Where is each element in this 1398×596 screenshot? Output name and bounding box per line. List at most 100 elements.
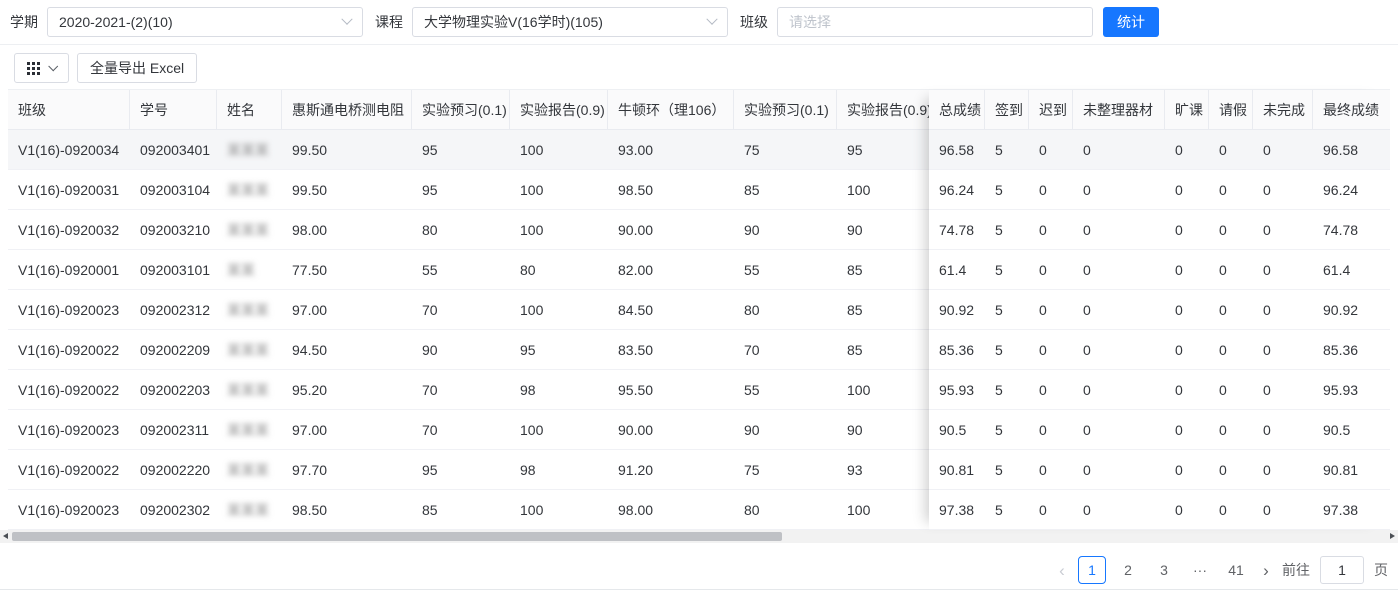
student-name-masked: 某某某 bbox=[227, 180, 269, 200]
table-row[interactable]: 61.450000061.4 bbox=[929, 250, 1390, 290]
pagination-goto-input[interactable] bbox=[1320, 556, 1364, 584]
table-row[interactable]: V1(16)-0920022092002203某某某95.20709895.50… bbox=[8, 370, 929, 410]
cell: 0 bbox=[1165, 170, 1209, 209]
student-name-masked: 某某某 bbox=[227, 300, 269, 320]
table-row[interactable]: 90.9250000090.92 bbox=[929, 290, 1390, 330]
cell: 0 bbox=[1209, 490, 1253, 529]
cell: 97.00 bbox=[282, 410, 412, 449]
class-label: 班级 bbox=[740, 12, 768, 32]
table-row[interactable]: 90.550000090.5 bbox=[929, 410, 1390, 450]
student-name-masked: 某某某 bbox=[227, 140, 269, 160]
cell: 85.36 bbox=[929, 330, 985, 369]
cell: 0 bbox=[1029, 210, 1073, 249]
table-row[interactable]: 85.3650000085.36 bbox=[929, 330, 1390, 370]
cell: 90.92 bbox=[929, 290, 985, 329]
grade-statistics-page: 学期 2020-2021-(2)(10) 课程 大学物理实验V(16学时)(10… bbox=[0, 0, 1398, 590]
cell: 83.50 bbox=[608, 330, 734, 369]
pagination-next-icon[interactable]: › bbox=[1258, 562, 1274, 579]
export-excel-button[interactable]: 全量导出 Excel bbox=[77, 53, 197, 83]
cell: 0 bbox=[1165, 330, 1209, 369]
semester-select[interactable]: 2020-2021-(2)(10) bbox=[47, 7, 363, 37]
pagination-page-unit: 页 bbox=[1374, 560, 1388, 580]
chevron-down-icon bbox=[48, 61, 58, 71]
cell: 97.00 bbox=[282, 290, 412, 329]
stats-button[interactable]: 统计 bbox=[1103, 7, 1159, 37]
toolbar: 全量导出 Excel bbox=[0, 53, 1398, 89]
scrollbar-left-arrow-icon[interactable] bbox=[3, 533, 8, 539]
cell: 0 bbox=[1165, 130, 1209, 169]
cell: 某某某 bbox=[217, 490, 282, 529]
cell: 0 bbox=[1073, 410, 1165, 449]
pagination-page-2[interactable]: 2 bbox=[1114, 556, 1142, 584]
cell: 0 bbox=[1253, 410, 1313, 449]
filter-bar: 学期 2020-2021-(2)(10) 课程 大学物理实验V(16学时)(10… bbox=[0, 0, 1398, 44]
pagination-page-1[interactable]: 1 bbox=[1078, 556, 1106, 584]
cell: 90.92 bbox=[1313, 290, 1390, 329]
grid-3x3-icon bbox=[27, 62, 40, 75]
table-row[interactable]: V1(16)-0920001092003101某某77.50558082.005… bbox=[8, 250, 929, 290]
cell: 96.24 bbox=[1313, 170, 1390, 209]
table-row[interactable]: V1(16)-0920023092002312某某某97.007010084.5… bbox=[8, 290, 929, 330]
pagination-goto-label: 前往 bbox=[1282, 560, 1310, 580]
cell: 85 bbox=[837, 250, 929, 289]
chevron-down-icon bbox=[706, 14, 717, 25]
table-row[interactable]: V1(16)-0920031092003104某某某99.509510098.5… bbox=[8, 170, 929, 210]
column-header: 总成绩 bbox=[929, 90, 985, 129]
table-row[interactable]: 90.8150000090.81 bbox=[929, 450, 1390, 490]
horizontal-scrollbar[interactable] bbox=[0, 530, 1398, 543]
class-select[interactable] bbox=[777, 7, 1093, 37]
pagination-page-41[interactable]: 41 bbox=[1222, 556, 1250, 584]
column-header: 实验报告(0.9) bbox=[510, 90, 608, 129]
cell: 70 bbox=[734, 330, 837, 369]
class-input[interactable] bbox=[789, 8, 1081, 36]
cell: 100 bbox=[510, 210, 608, 249]
table-row[interactable]: 97.3850000097.38 bbox=[929, 490, 1390, 530]
pagination-ellipsis[interactable]: ··· bbox=[1186, 556, 1214, 584]
table-row[interactable]: 95.9350000095.93 bbox=[929, 370, 1390, 410]
cell: 某某某 bbox=[217, 290, 282, 329]
table-fixed-right-area: 总成绩签到迟到未整理器材旷课请假未完成最终成绩 96.5850000096.58… bbox=[929, 90, 1390, 530]
cell: 80 bbox=[734, 490, 837, 529]
table-row[interactable]: 74.7850000074.78 bbox=[929, 210, 1390, 250]
cell: V1(16)-0920022 bbox=[8, 370, 130, 409]
cell: 0 bbox=[1073, 170, 1165, 209]
cell: 5 bbox=[985, 130, 1029, 169]
cell: 55 bbox=[734, 370, 837, 409]
column-settings-button[interactable] bbox=[14, 53, 69, 83]
table-row[interactable]: V1(16)-0920023092002302某某某98.508510098.0… bbox=[8, 490, 929, 530]
table-row[interactable]: V1(16)-0920034092003401某某某99.509510093.0… bbox=[8, 130, 929, 170]
cell: 0 bbox=[1253, 210, 1313, 249]
cell: 95 bbox=[412, 130, 510, 169]
table-header-row: 班级学号姓名惠斯通电桥测电阻实验预习(0.1)实验报告(0.9)牛顿环（理106… bbox=[8, 90, 929, 130]
cell: 0 bbox=[1029, 290, 1073, 329]
table-row[interactable]: 96.2450000096.24 bbox=[929, 170, 1390, 210]
cell: 0 bbox=[1073, 250, 1165, 289]
table-row[interactable]: V1(16)-0920032092003210某某某98.008010090.0… bbox=[8, 210, 929, 250]
pagination-prev-icon[interactable]: ‹ bbox=[1054, 562, 1070, 579]
table-row[interactable]: V1(16)-0920023092002311某某某97.007010090.0… bbox=[8, 410, 929, 450]
pagination-page-3[interactable]: 3 bbox=[1150, 556, 1178, 584]
cell: V1(16)-0920031 bbox=[8, 170, 130, 209]
cell: 0 bbox=[1029, 410, 1073, 449]
cell: 97.70 bbox=[282, 450, 412, 489]
cell: 98 bbox=[510, 370, 608, 409]
cell: 5 bbox=[985, 250, 1029, 289]
cell: 94.50 bbox=[282, 330, 412, 369]
cell: 092002302 bbox=[130, 490, 217, 529]
cell: 95 bbox=[412, 450, 510, 489]
column-header: 最终成绩 bbox=[1313, 90, 1390, 129]
table-row[interactable]: V1(16)-0920022092002220某某某97.70959891.20… bbox=[8, 450, 929, 490]
column-header: 未整理器材 bbox=[1073, 90, 1165, 129]
table-row[interactable]: 96.5850000096.58 bbox=[929, 130, 1390, 170]
cell: 某某某 bbox=[217, 450, 282, 489]
cell: 61.4 bbox=[1313, 250, 1390, 289]
table-row[interactable]: V1(16)-0920022092002209某某某94.50909583.50… bbox=[8, 330, 929, 370]
semester-select-value: 2020-2021-(2)(10) bbox=[59, 14, 173, 30]
column-header: 牛顿环（理106） bbox=[608, 90, 734, 129]
cell: 55 bbox=[412, 250, 510, 289]
cell: 80 bbox=[734, 290, 837, 329]
cell: 0 bbox=[1165, 410, 1209, 449]
scrollbar-right-arrow-icon[interactable] bbox=[1390, 533, 1395, 539]
scrollbar-thumb[interactable] bbox=[12, 532, 782, 541]
course-select[interactable]: 大学物理实验V(16学时)(105) bbox=[412, 7, 728, 37]
